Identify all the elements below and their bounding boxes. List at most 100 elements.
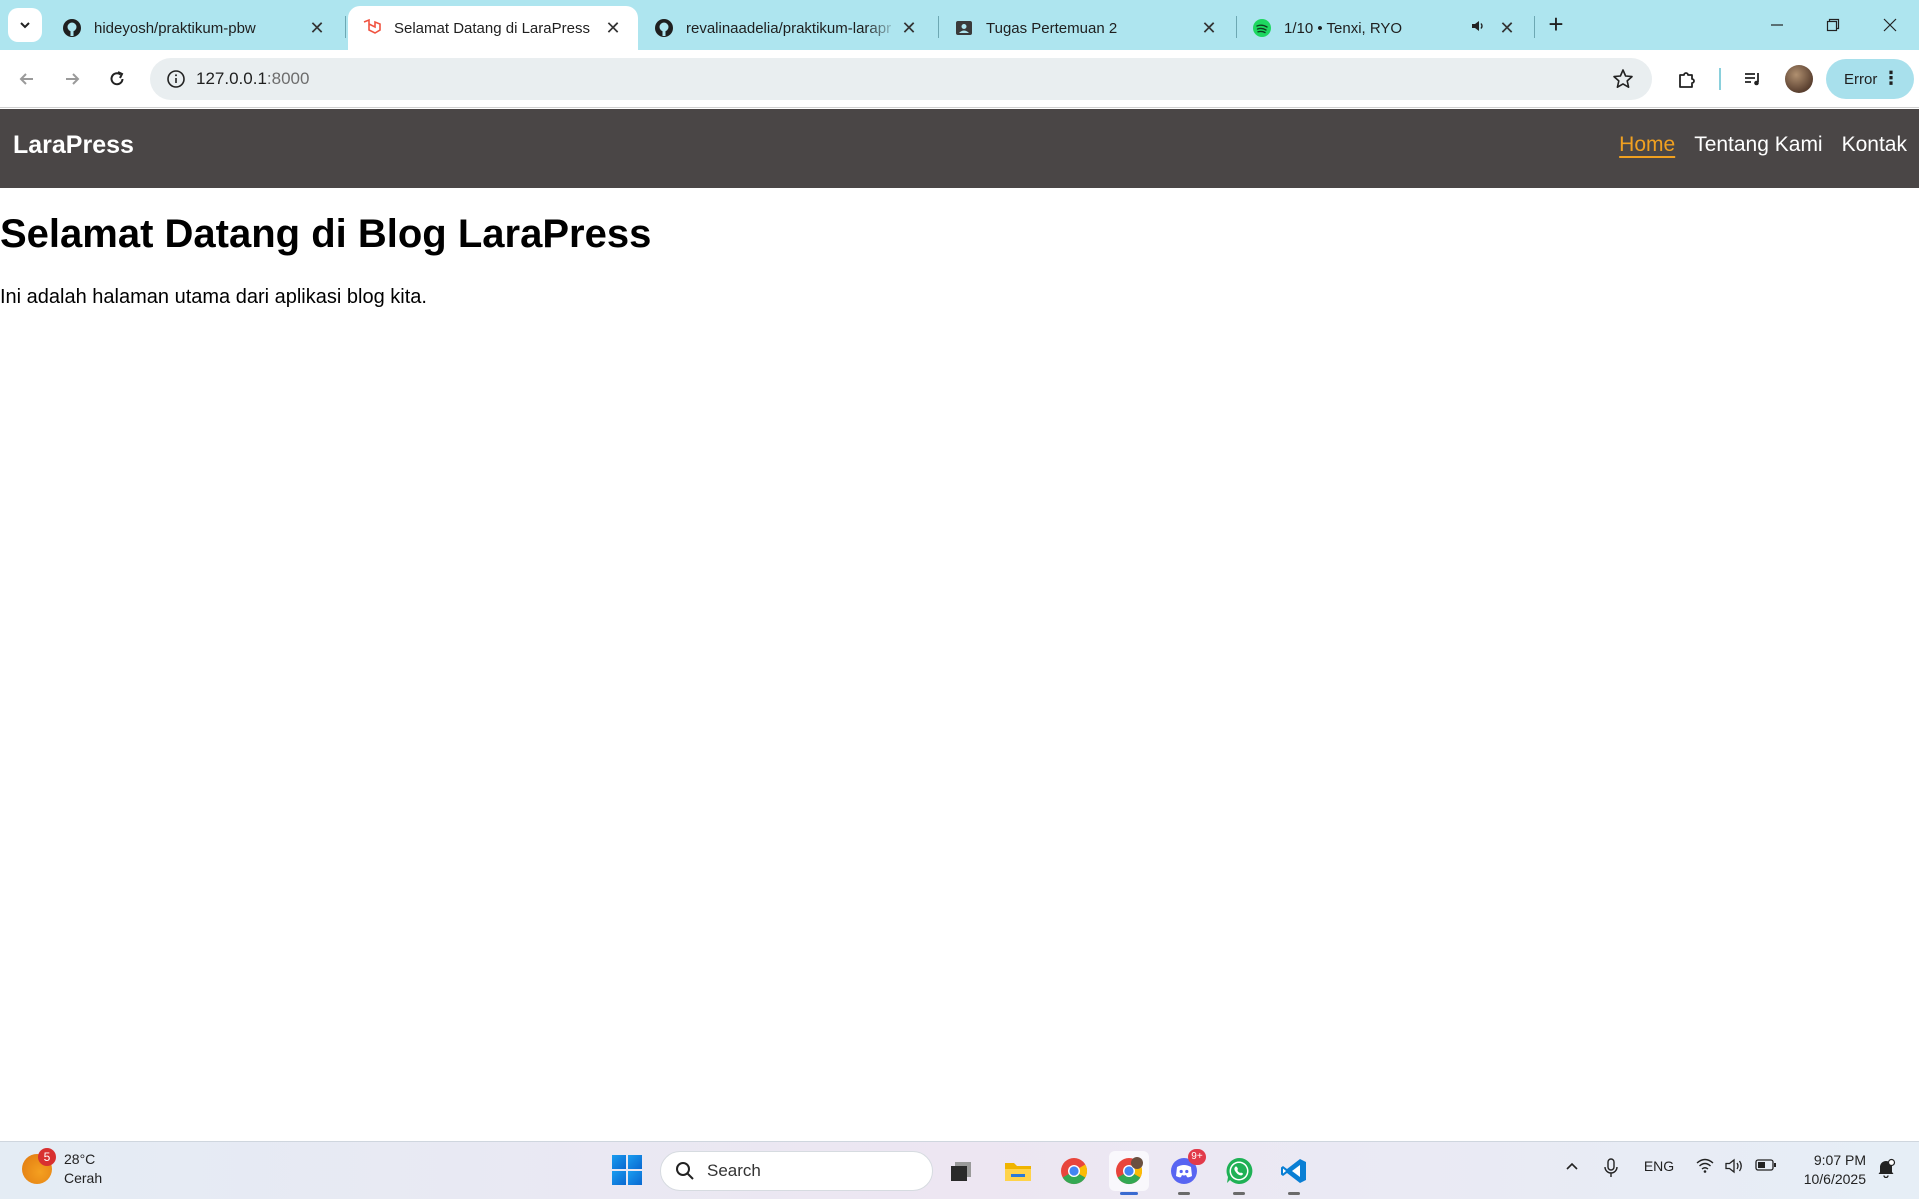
clock-date: 10/6/2025 [1803, 1171, 1866, 1187]
profile-error-label: Error [1844, 70, 1878, 88]
tab-title: 1/10 • Tenxi, RYO [1284, 19, 1403, 37]
active-app-indicator [1120, 1192, 1138, 1195]
reload-button[interactable] [102, 64, 132, 94]
tab-title: hideyosh/praktikum-pbw [94, 19, 256, 37]
back-button[interactable] [12, 64, 42, 94]
search-icon [676, 1162, 694, 1180]
tab-larapress[interactable]: Selamat Datang di LaraPress ✕ [348, 6, 638, 50]
reload-icon [110, 71, 124, 86]
folder-icon [1005, 1163, 1031, 1181]
weather-condition: Cerah [64, 1170, 103, 1186]
arrow-left-icon [19, 73, 33, 85]
start-button[interactable] [612, 1155, 642, 1185]
discord-button[interactable]: 9+ [1164, 1149, 1206, 1195]
tab-strip: hideyosh/praktikum-pbw ✕ Selamat Datang … [0, 0, 1919, 50]
tab-divider [938, 16, 939, 38]
laravel-icon [362, 18, 382, 38]
vscode-button[interactable] [1274, 1151, 1314, 1195]
wifi-icon[interactable] [1694, 1158, 1716, 1174]
weather-temp: 28°C [64, 1151, 96, 1167]
whatsapp-icon [1226, 1157, 1253, 1184]
microphone-icon [1604, 1158, 1618, 1177]
tab-spotify[interactable]: 1/10 • Tenxi, RYO ✕ [1238, 6, 1532, 50]
close-icon[interactable]: ✕ [306, 17, 328, 39]
forward-button[interactable] [57, 64, 87, 94]
nav-link-home[interactable]: Home [1619, 133, 1675, 157]
restore-button[interactable] [1815, 10, 1851, 40]
running-app-indicator [1288, 1192, 1300, 1195]
microphone-button[interactable] [1600, 1158, 1622, 1178]
taskbar-search[interactable]: Search [660, 1151, 933, 1191]
tab-divider [345, 16, 346, 38]
whatsapp-button[interactable] [1219, 1151, 1259, 1195]
chrome-button[interactable] [1054, 1151, 1094, 1191]
close-icon[interactable]: ✕ [602, 17, 624, 39]
task-view-icon [951, 1162, 971, 1181]
windows-taskbar: 5 28°C Cerah Search 9+ ENG 9:07 PM 10/6/… [0, 1141, 1919, 1199]
weather-widget[interactable]: 5 28°C Cerah [22, 1148, 103, 1188]
profile-error-button[interactable]: Error ⋮ [1826, 59, 1914, 99]
browser-toolbar: 127.0.0.1:8000 Error ⋮ [0, 50, 1919, 108]
minimize-button[interactable] [1759, 10, 1795, 40]
spotify-icon [1252, 18, 1272, 38]
site-info-icon[interactable] [156, 69, 196, 89]
puzzle-icon [1679, 72, 1695, 88]
extensions-button[interactable] [1672, 64, 1702, 94]
tab-divider [1534, 16, 1535, 38]
chrome-profile-icon [1116, 1157, 1143, 1185]
close-icon[interactable]: ✕ [898, 17, 920, 39]
show-hidden-icons-button[interactable] [1561, 1158, 1583, 1174]
tab-revalinaadelia[interactable]: revalinaadelia/praktikum-larapr ✕ [640, 6, 934, 50]
chevron-up-icon [1566, 1162, 1578, 1170]
tab-title: Selamat Datang di LaraPress [394, 19, 590, 37]
running-app-indicator [1178, 1192, 1190, 1195]
tab-tugas-pertemuan[interactable]: Tugas Pertemuan 2 ✕ [940, 6, 1234, 50]
chrome-profile-button[interactable] [1109, 1151, 1149, 1195]
file-explorer-button[interactable] [998, 1151, 1038, 1191]
chevron-down-icon [20, 22, 30, 29]
battery-icon[interactable] [1754, 1158, 1778, 1172]
speaker-icon[interactable] [1470, 18, 1486, 38]
more-menu-icon: ⋮ [1882, 68, 1900, 88]
close-icon[interactable]: ✕ [1496, 17, 1518, 39]
media-control-button[interactable] [1738, 64, 1768, 94]
notification-bell-button[interactable] [1874, 1158, 1898, 1178]
chrome-icon [1061, 1158, 1088, 1185]
tab-title: Tugas Pertemuan 2 [986, 19, 1118, 37]
tab-hideyosh[interactable]: hideyosh/praktikum-pbw ✕ [48, 6, 342, 50]
media-queue-icon [1745, 73, 1759, 86]
toolbar-divider [1719, 68, 1721, 90]
close-icon[interactable]: ✕ [1198, 17, 1220, 39]
tab-search-button[interactable] [8, 8, 42, 42]
github-icon [654, 18, 674, 38]
task-view-button[interactable] [941, 1151, 981, 1191]
github-icon [62, 18, 82, 38]
clock-time: 9:07 PM [1813, 1152, 1866, 1168]
profile-avatar[interactable] [1785, 65, 1813, 93]
discord-badge: 9+ [1188, 1149, 1206, 1165]
page-intro-text: Ini adalah halaman utama dari aplikasi b… [0, 286, 427, 308]
volume-icon[interactable] [1724, 1158, 1746, 1174]
site-brand[interactable]: LaraPress [13, 131, 134, 160]
new-tab-button[interactable]: + [1543, 11, 1569, 38]
tab-title: revalinaadelia/praktikum-larapr [686, 19, 892, 37]
site-navbar: LaraPress Home Tentang Kami Kontak [0, 109, 1919, 188]
site-nav-links: Home Tentang Kami Kontak [1619, 133, 1907, 157]
running-app-indicator [1233, 1192, 1245, 1195]
vscode-icon [1281, 1159, 1306, 1183]
classroom-icon [954, 18, 974, 38]
weather-sun-icon: 5 [22, 1148, 56, 1184]
nav-link-kontak[interactable]: Kontak [1842, 133, 1907, 157]
close-window-button[interactable] [1872, 10, 1908, 40]
tab-divider [1236, 16, 1237, 38]
weather-badge: 5 [38, 1148, 56, 1166]
nav-link-tentang-kami[interactable]: Tentang Kami [1694, 133, 1822, 157]
page-title: Selamat Datang di Blog LaraPress [0, 212, 652, 256]
language-indicator[interactable]: ENG [1641, 1158, 1677, 1174]
address-bar[interactable]: 127.0.0.1:8000 [150, 58, 1652, 100]
star-icon[interactable] [1612, 68, 1634, 95]
arrow-right-icon [66, 73, 80, 85]
notification-bell-icon [1878, 1158, 1896, 1178]
taskbar-clock[interactable]: 9:07 PM 10/6/2025 [1786, 1151, 1866, 1189]
url-text: 127.0.0.1:8000 [196, 69, 310, 88]
